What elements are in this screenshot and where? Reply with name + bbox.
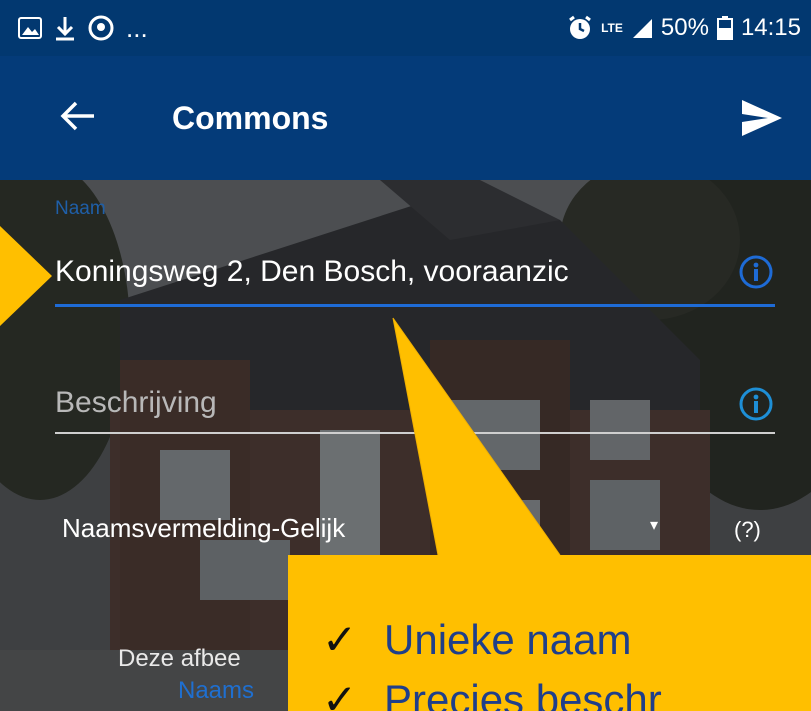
callout-item: ✓ Unieke naam: [322, 610, 662, 670]
description-input[interactable]: Beschrijving: [55, 378, 715, 428]
battery-icon: [716, 16, 733, 40]
network-type: LTE: [601, 21, 623, 35]
status-right-icons: LTE 50% 14:15: [567, 10, 801, 46]
check-icon: ✓: [322, 616, 358, 663]
app-bar: Commons: [0, 56, 811, 180]
face-icon: [88, 15, 114, 41]
phone-screen: ... LTE 50% 14:15 Commons Naam Koningswe…: [0, 0, 811, 711]
more-notifications: ...: [126, 12, 148, 43]
notice-license-link[interactable]: Naams: [178, 677, 254, 705]
app-title: Commons: [172, 100, 329, 136]
back-arrow-icon[interactable]: [58, 96, 98, 136]
callout-text: ✓ Unieke naam ✓ Precies beschr: [322, 610, 662, 711]
license-dropdown[interactable]: Naamsvermelding-Gelijk ▾ (?): [62, 505, 777, 555]
license-selected-value: Naamsvermelding-Gelijk: [62, 513, 346, 543]
alarm-icon: [567, 15, 593, 41]
image-icon: [18, 17, 42, 39]
download-icon: [54, 15, 76, 41]
pointer-arrow: [0, 226, 52, 326]
chevron-down-icon: ▾: [650, 517, 659, 534]
name-underline: [55, 304, 775, 307]
clock: 14:15: [740, 14, 801, 41]
send-icon[interactable]: [740, 96, 784, 140]
name-info-icon[interactable]: [738, 254, 774, 290]
callout-item: ✓ Precies beschr: [322, 670, 662, 711]
name-input[interactable]: Koningsweg 2, Den Bosch, vooraanzic: [55, 246, 720, 298]
check-icon: ✓: [322, 676, 358, 711]
license-help-link[interactable]: (?): [734, 517, 761, 543]
name-field-label: Naam: [55, 198, 106, 219]
status-bar: ... LTE 50% 14:15: [0, 0, 811, 56]
description-field[interactable]: Beschrijving: [55, 378, 775, 438]
battery-percent: 50%: [660, 14, 709, 41]
description-info-icon[interactable]: [738, 386, 774, 422]
description-underline: [55, 432, 775, 434]
status-left-icons: ...: [18, 10, 148, 46]
name-field[interactable]: Koningsweg 2, Den Bosch, vooraanzic: [55, 246, 775, 307]
upload-notice-text: Deze afbee: [118, 645, 241, 672]
signal-icon: [631, 17, 653, 39]
